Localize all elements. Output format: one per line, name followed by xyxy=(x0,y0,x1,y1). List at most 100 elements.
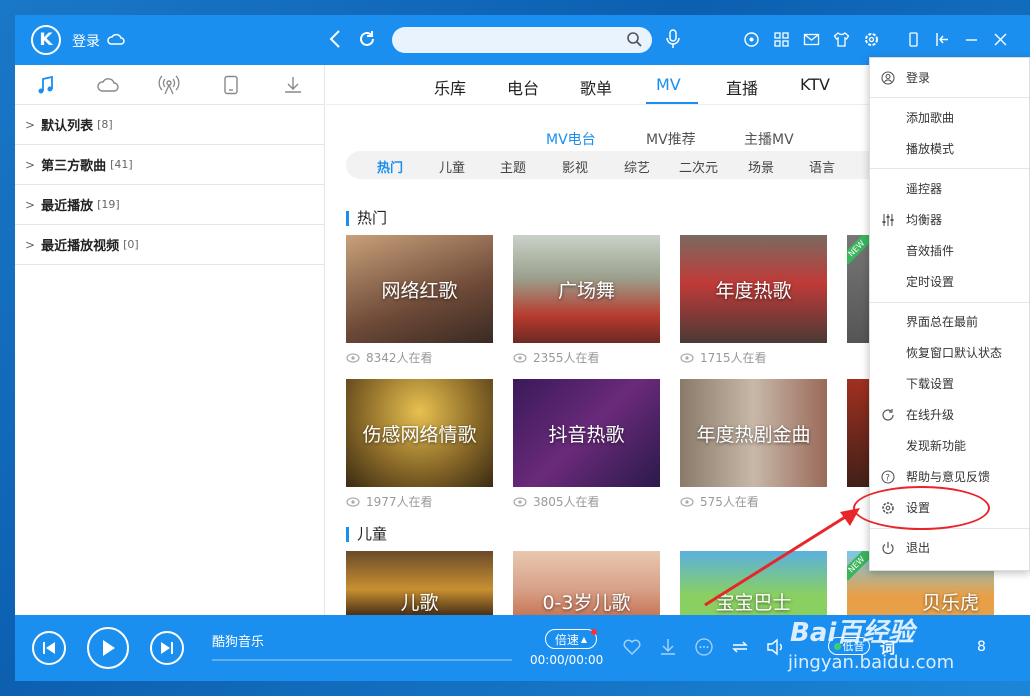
menu-item-play-mode[interactable]: 播放模式 xyxy=(870,133,1029,164)
device-icon[interactable] xyxy=(200,65,262,104)
category-bar: 热门 儿童 主题 影视 综艺 二次元 场景 语言 xyxy=(346,151,886,179)
search-input[interactable] xyxy=(392,27,652,53)
menu-item-download-settings[interactable]: 下载设置 xyxy=(870,368,1029,399)
category-film[interactable]: 影视 xyxy=(562,157,588,176)
skin-shirt-icon[interactable] xyxy=(833,31,850,48)
volume-icon[interactable] xyxy=(766,637,786,657)
minimize-icon[interactable] xyxy=(963,31,980,48)
menu-item-add-songs[interactable]: 添加歌曲 xyxy=(870,102,1029,133)
mv-tile[interactable]: 网络红歌 xyxy=(346,235,493,343)
category-scene[interactable]: 场景 xyxy=(748,157,774,176)
subtab-mv-recommend[interactable]: MV推荐 xyxy=(646,129,696,149)
download-icon[interactable] xyxy=(658,637,678,657)
repeat-icon[interactable] xyxy=(730,637,750,657)
mv-tile-label: 0-3岁儿歌 xyxy=(542,591,631,614)
mv-tile[interactable]: 伤感网络情歌 xyxy=(346,379,493,487)
refresh-icon[interactable] xyxy=(357,29,377,53)
heart-icon[interactable] xyxy=(622,637,642,657)
playlist-item[interactable]: > 默认列表 [8] xyxy=(15,105,324,145)
mv-tile[interactable]: 广场舞 xyxy=(513,235,660,343)
settings-gear-icon[interactable] xyxy=(863,31,880,48)
menu-item-always-on-top[interactable]: 界面总在最前 xyxy=(870,306,1029,337)
mv-tile-partial[interactable] xyxy=(847,379,871,487)
playlist-count: [0] xyxy=(123,238,139,251)
mv-tile-label: 年度热歌 xyxy=(715,279,792,302)
menu-item-remote[interactable]: 遥控器 xyxy=(870,173,1029,204)
category-acg[interactable]: 二次元 xyxy=(679,157,718,176)
mv-tile-partial[interactable]: NEW xyxy=(847,235,871,343)
playlist-item[interactable]: > 最近播放 [19] xyxy=(15,185,324,225)
tab-ktv[interactable]: KTV xyxy=(800,75,830,94)
mv-tile[interactable]: 年度热剧金曲 xyxy=(680,379,827,487)
annotation-ellipse xyxy=(853,486,990,530)
queue-count[interactable]: 8 xyxy=(977,639,986,655)
target-icon[interactable] xyxy=(743,31,760,48)
mail-icon[interactable] xyxy=(803,31,820,48)
category-language[interactable]: 语言 xyxy=(809,157,835,176)
menu-item-label: 下载设置 xyxy=(906,377,955,391)
menu-item-sound-plugin[interactable]: 音效插件 xyxy=(870,235,1029,266)
subtab-mv-radio[interactable]: MV电台 xyxy=(546,129,596,149)
menu-item-restore-window[interactable]: 恢复窗口默认状态 xyxy=(870,337,1029,368)
menu-item-timer[interactable]: 定时设置 xyxy=(870,266,1029,297)
menu-item-login[interactable]: 登录 xyxy=(870,62,1029,93)
upgrade-icon xyxy=(870,408,906,422)
cloud-icon[interactable] xyxy=(77,65,139,104)
mini-mode-icon[interactable] xyxy=(905,31,922,48)
play-button[interactable] xyxy=(87,627,129,669)
cloud-icon[interactable] xyxy=(107,31,125,51)
kugou-logo[interactable]: K xyxy=(31,25,61,55)
voice-search-icon[interactable] xyxy=(665,28,681,54)
expand-arrow-icon: > xyxy=(25,237,36,252)
close-icon[interactable] xyxy=(992,31,1009,48)
login-link[interactable]: 登录 xyxy=(72,31,100,51)
category-theme[interactable]: 主题 xyxy=(500,157,526,176)
menu-item-upgrade[interactable]: 在线升级 xyxy=(870,399,1029,430)
menu-item-exit[interactable]: 退出 xyxy=(870,532,1029,563)
menu-item-equalizer[interactable]: 均衡器 xyxy=(870,204,1029,235)
category-children[interactable]: 儿童 xyxy=(439,157,465,176)
tab-playlists[interactable]: 歌单 xyxy=(580,75,612,99)
tab-library[interactable]: 乐库 xyxy=(434,75,466,99)
subtab-host-mv[interactable]: 主播MV xyxy=(744,129,794,149)
mv-tile[interactable]: 抖音热歌 xyxy=(513,379,660,487)
previous-icon xyxy=(43,642,55,654)
mv-tile[interactable]: 0-3岁儿歌 xyxy=(513,551,660,615)
mv-tile-label: 抖音热歌 xyxy=(548,423,625,446)
radio-icon[interactable] xyxy=(139,65,201,104)
back-arrow-icon[interactable] xyxy=(328,29,342,53)
mv-tile[interactable]: 儿歌 xyxy=(346,551,493,615)
viewer-count-text: 3805人在看 xyxy=(533,495,600,509)
expand-arrow-icon: > xyxy=(25,157,36,172)
playlist-label: 第三方歌曲 xyxy=(41,159,107,174)
collapse-icon[interactable] xyxy=(934,31,951,48)
more-icon[interactable] xyxy=(694,637,714,657)
menu-divider xyxy=(870,97,1029,98)
mv-tile[interactable]: 年度热歌 xyxy=(680,235,827,343)
song-title: 酷狗音乐 xyxy=(212,635,265,650)
tab-mv[interactable]: MV xyxy=(656,75,681,94)
progress-bar[interactable] xyxy=(212,659,512,661)
playlist-item[interactable]: > 第三方歌曲 [41] xyxy=(15,145,324,185)
caret-up-icon: ▲ xyxy=(580,634,588,644)
tab-radio[interactable]: 电台 xyxy=(507,75,539,99)
apps-grid-icon[interactable] xyxy=(773,31,790,48)
music-note-icon[interactable] xyxy=(15,65,77,104)
new-badge: NEW xyxy=(847,235,871,265)
viewer-count: 3805人在看 xyxy=(513,493,600,510)
playlist-label: 最近播放 xyxy=(41,199,94,214)
tab-live[interactable]: 直播 xyxy=(726,75,758,99)
next-button[interactable] xyxy=(150,631,184,665)
viewer-count-text: 1977人在看 xyxy=(366,495,433,509)
category-hot[interactable]: 热门 xyxy=(377,157,403,176)
menu-item-new-features[interactable]: 发现新功能 xyxy=(870,430,1029,461)
menu-item-label: 退出 xyxy=(906,541,931,555)
category-variety[interactable]: 综艺 xyxy=(624,157,650,176)
previous-button[interactable] xyxy=(32,631,66,665)
search-icon[interactable] xyxy=(626,31,643,52)
eye-icon xyxy=(513,496,527,507)
playlist-item[interactable]: > 最近播放视频 [0] xyxy=(15,225,324,265)
download-icon[interactable] xyxy=(262,65,324,104)
viewer-count: 1977人在看 xyxy=(346,493,433,510)
speed-button[interactable]: 倍速 ▲ xyxy=(545,629,597,649)
